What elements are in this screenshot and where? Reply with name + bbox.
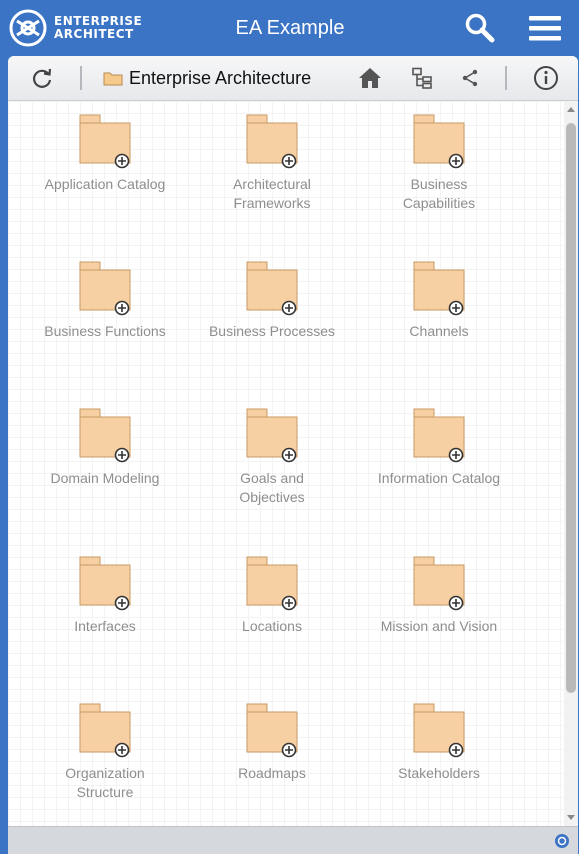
folder-item[interactable]: Roadmaps <box>188 700 356 783</box>
hamburger-menu-icon <box>529 16 561 41</box>
scroll-down-arrow-icon[interactable] <box>567 815 575 820</box>
folder-icon <box>246 703 298 758</box>
folder-item[interactable]: Domain Modeling <box>21 405 189 488</box>
folder-item[interactable]: Business Processes <box>188 258 356 341</box>
folder-item[interactable]: Business Capabilities <box>355 111 523 213</box>
folder-label: Application Catalog <box>44 176 166 192</box>
folder-label: Information Catalog <box>377 470 501 486</box>
folder-icon <box>246 556 298 611</box>
folder-label: Locations <box>242 618 302 634</box>
toolbar-divider <box>505 66 507 90</box>
folder-icon <box>79 114 131 169</box>
app-header: ENTERPRISE ARCHITECT EA Example <box>0 0 579 56</box>
info-icon <box>534 66 558 90</box>
folder-icon <box>246 114 298 169</box>
folder-label: Organization Structure <box>65 765 145 800</box>
folder-icon <box>79 408 131 463</box>
home-icon <box>359 68 381 88</box>
breadcrumb-label: Enterprise Architecture <box>129 67 312 88</box>
breadcrumb[interactable]: Enterprise Architecture <box>103 56 311 100</box>
folder-item[interactable]: Mission and Vision <box>355 553 523 636</box>
folder-item[interactable]: Application Catalog <box>21 111 189 194</box>
folder-label: Business Processes <box>208 323 336 339</box>
folder-label: Channels <box>409 323 469 339</box>
scroll-up-arrow-icon[interactable] <box>567 107 575 112</box>
menu-button[interactable] <box>525 8 565 48</box>
folder-icon <box>79 703 131 758</box>
status-bar <box>8 826 578 854</box>
folder-label: Mission and Vision <box>380 618 498 634</box>
app-logo[interactable]: ENTERPRISE ARCHITECT <box>8 6 168 50</box>
refresh-button[interactable] <box>26 62 58 94</box>
folder-label: Roadmaps <box>238 765 306 781</box>
folder-label: Stakeholders <box>398 765 480 781</box>
folder-icon <box>413 114 465 169</box>
folder-icon <box>413 556 465 611</box>
scroll-thumb[interactable] <box>566 123 576 693</box>
folder-icon <box>103 72 123 86</box>
folder-item[interactable]: Information Catalog <box>355 405 523 488</box>
home-button[interactable] <box>354 62 386 94</box>
logo-wordmark: ENTERPRISE ARCHITECT <box>54 15 142 41</box>
toolbar-divider <box>80 66 82 90</box>
folder-item[interactable]: Interfaces <box>21 553 189 636</box>
folder-icon <box>79 556 131 611</box>
folder-item[interactable]: Organization Structure <box>21 700 189 802</box>
folder-icon <box>413 261 465 316</box>
folder-item[interactable]: Stakeholders <box>355 700 523 783</box>
vertical-scrollbar[interactable] <box>564 101 578 826</box>
folder-icon <box>246 408 298 463</box>
folder-grid: Application Catalog Architectural Framewo… <box>8 101 564 826</box>
share-button[interactable] <box>454 62 486 94</box>
toolbar: Enterprise Architecture <box>8 56 578 101</box>
search-button[interactable] <box>460 8 500 48</box>
app-title: EA Example <box>235 17 345 39</box>
folder-label: Architectural Frameworks <box>233 176 311 211</box>
tree-view-button[interactable] <box>406 62 438 94</box>
folder-icon <box>246 261 298 316</box>
folder-label: Domain Modeling <box>50 470 160 486</box>
app-window: ENTERPRISE ARCHITECT EA Example Enterpri… <box>0 0 579 854</box>
info-button[interactable] <box>530 62 562 94</box>
folder-item[interactable]: Channels <box>355 258 523 341</box>
content-panel: Enterprise Architecture Application Cata… <box>8 56 578 854</box>
folder-icon <box>79 261 131 316</box>
folder-label: Business Functions <box>44 323 166 339</box>
folder-item[interactable]: Locations <box>188 553 356 636</box>
folder-label: Goals and Objectives <box>239 470 305 505</box>
search-icon <box>465 13 495 43</box>
share-icon <box>462 69 478 87</box>
enterprise-architect-logo-icon <box>9 9 47 47</box>
folder-icon <box>413 408 465 463</box>
tree-view-icon <box>412 67 432 89</box>
folder-label: Interfaces <box>74 618 136 634</box>
status-indicator-icon[interactable] <box>554 833 570 849</box>
folder-label: Business Capabilities <box>402 176 476 211</box>
folder-item[interactable]: Business Functions <box>21 258 189 341</box>
folder-item[interactable]: Goals and Objectives <box>188 405 356 507</box>
refresh-icon <box>33 68 52 88</box>
logo-line-2: ARCHITECT <box>54 27 134 41</box>
folder-icon <box>413 703 465 758</box>
folder-item[interactable]: Architectural Frameworks <box>188 111 356 213</box>
